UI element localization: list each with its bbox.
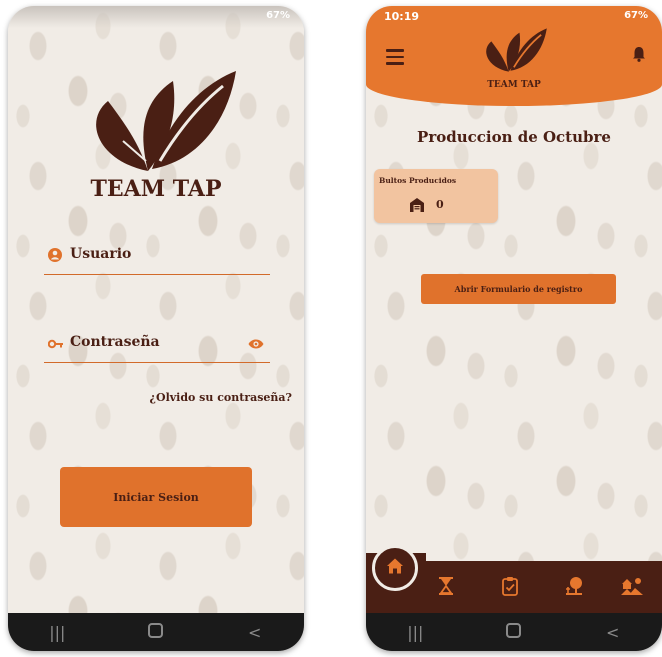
home-icon bbox=[386, 557, 404, 579]
status-bar: 67% bbox=[8, 6, 304, 28]
recents-button[interactable]: ||| bbox=[27, 623, 87, 642]
app-header: 10:19 67% TEAM TAP bbox=[366, 6, 662, 106]
home-nav-button[interactable] bbox=[126, 622, 186, 642]
forgot-password-link[interactable]: ¿Olvido su contraseña? bbox=[150, 391, 292, 404]
status-time: 10:19 bbox=[384, 10, 420, 23]
android-nav-bar: ||| < bbox=[8, 613, 304, 651]
login-screen: 67% TEAM TAP Usuario Contraseña ¿Olvido … bbox=[8, 6, 304, 651]
login-button[interactable]: Iniciar Sesion bbox=[60, 467, 252, 527]
eye-icon[interactable] bbox=[248, 335, 264, 354]
tab-harvest[interactable] bbox=[432, 574, 460, 602]
plant-icon bbox=[564, 576, 584, 600]
tab-plant[interactable] bbox=[560, 574, 588, 602]
clipboard-check-icon bbox=[500, 576, 520, 600]
team-tap-logo bbox=[478, 24, 548, 82]
brand-title: TEAM TAP bbox=[90, 176, 222, 202]
back-button[interactable]: < bbox=[583, 623, 643, 642]
status-indicators: 67% bbox=[266, 10, 290, 21]
recents-button[interactable]: ||| bbox=[385, 623, 445, 642]
header-brand: TEAM TAP bbox=[487, 80, 541, 90]
password-field[interactable]: Contraseña bbox=[44, 326, 270, 363]
stat-card-label: Bultos Producidos bbox=[379, 176, 457, 185]
bell-icon[interactable] bbox=[632, 46, 646, 66]
hamburger-icon[interactable] bbox=[386, 49, 404, 69]
status-indicators: 67% bbox=[624, 10, 648, 21]
password-label: Contraseña bbox=[70, 334, 160, 350]
key-icon bbox=[47, 335, 64, 354]
warehouse-icon bbox=[410, 197, 424, 216]
tab-farm[interactable] bbox=[618, 574, 646, 602]
username-field[interactable]: Usuario bbox=[44, 238, 270, 275]
android-nav-bar: ||| < bbox=[366, 613, 662, 651]
stat-card-value: 0 bbox=[436, 198, 444, 211]
hourglass-icon bbox=[436, 576, 456, 600]
username-label: Usuario bbox=[70, 246, 132, 262]
home-nav-icon bbox=[148, 622, 164, 638]
page-title: Produccion de Octubre bbox=[417, 128, 611, 146]
back-button[interactable]: < bbox=[225, 623, 285, 642]
production-stat-card: Bultos Producidos 0 bbox=[374, 169, 498, 223]
tab-checklist[interactable] bbox=[496, 574, 524, 602]
farm-icon bbox=[621, 576, 643, 600]
user-circle-icon bbox=[48, 247, 62, 266]
home-nav-icon bbox=[506, 622, 522, 638]
open-form-button[interactable]: Abrir Formulario de registro bbox=[421, 274, 616, 304]
home-nav-button[interactable] bbox=[484, 622, 544, 642]
tab-home[interactable] bbox=[372, 545, 418, 591]
dashboard-screen: 10:19 67% TEAM TAP Produccion de Octubre… bbox=[366, 6, 662, 651]
